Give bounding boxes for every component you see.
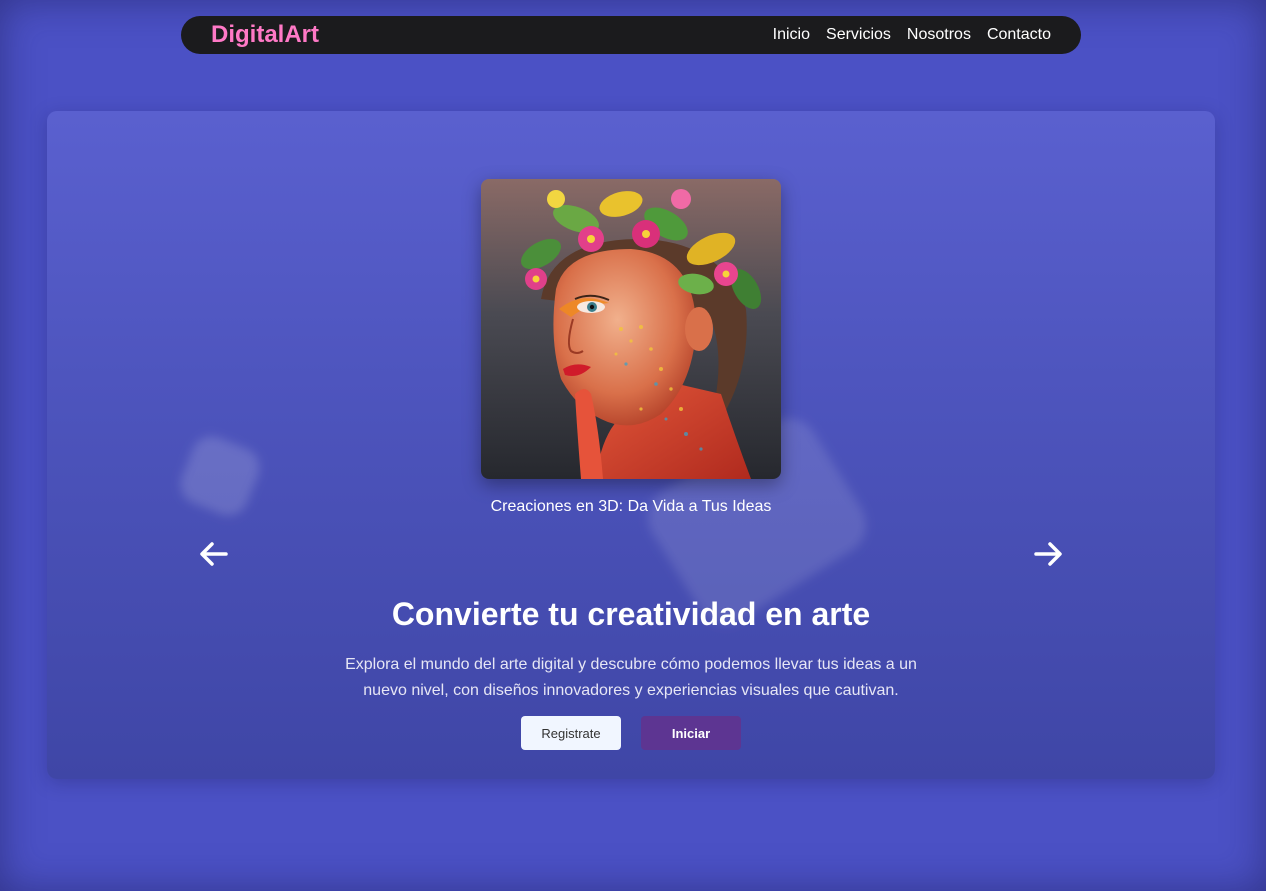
arrow-left-icon [200,542,228,566]
carousel-next-button[interactable] [1028,536,1068,572]
arrow-right-icon [1034,542,1062,566]
carousel-prev-button[interactable] [194,536,234,572]
nav-link-servicios[interactable]: Servicios [826,26,891,44]
nav-links: Inicio Servicios Nosotros Contacto [773,26,1051,44]
brand-logo[interactable]: DigitalArt [211,21,319,49]
decorative-shape [174,430,266,522]
start-button[interactable]: Iniciar [641,716,741,750]
nav-link-nosotros[interactable]: Nosotros [907,26,971,44]
carousel-caption: Creaciones en 3D: Da Vida a Tus Ideas [490,498,772,515]
hero-section: Creaciones en 3D: Da Vida a Tus Ideas Co… [47,111,1215,779]
portrait-artwork [481,179,781,479]
navbar: DigitalArt Inicio Servicios Nosotros Con… [181,16,1081,54]
register-button[interactable]: Registrate [521,716,621,750]
nav-link-inicio[interactable]: Inicio [773,26,810,44]
nav-link-contacto[interactable]: Contacto [987,26,1051,44]
carousel-image [481,179,781,479]
hero-title: Convierte tu creatividad en arte [391,596,871,632]
hero-description: Explora el mundo del arte digital y desc… [345,656,917,699]
